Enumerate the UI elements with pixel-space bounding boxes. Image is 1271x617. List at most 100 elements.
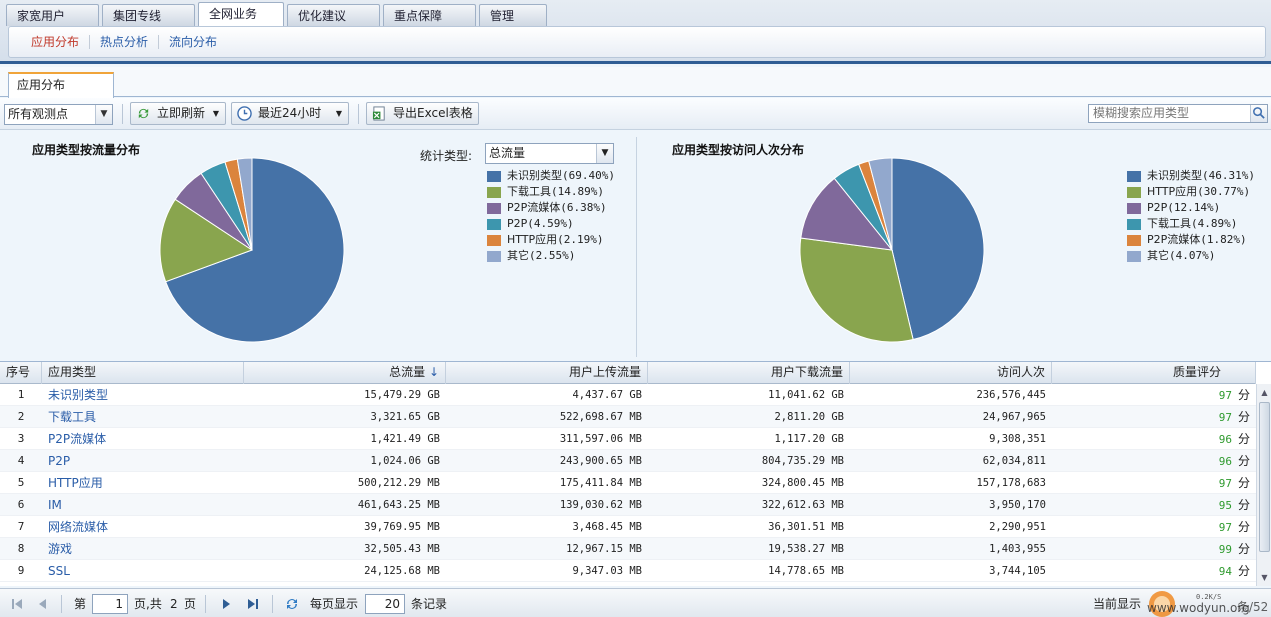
first-page-icon[interactable]	[9, 596, 25, 612]
legend-item[interactable]: 其它(4.07%)	[1127, 248, 1255, 264]
column-header-3[interactable]: 用户上传流量	[446, 362, 648, 384]
column-header-4[interactable]: 用户下载流量	[648, 362, 850, 384]
table-row[interactable]: 7 网络流媒体 39,769.95 MB 3,468.45 MB 36,301.51 M…	[0, 516, 1256, 538]
legend-percent: 30.77%	[1203, 185, 1244, 198]
visit-count: 62,034,811	[982, 455, 1046, 467]
scroll-down-icon[interactable]: ▼	[1257, 571, 1271, 585]
legend-percent: 1.82%	[1206, 233, 1241, 246]
legend-item[interactable]: HTTP应用(2.19%)	[487, 232, 615, 248]
legend-item[interactable]: 未识别类型(69.40%)	[487, 168, 615, 184]
legend-paren: )	[1248, 169, 1255, 182]
table-row[interactable]: 9 SSL 24,125.68 MB 9,347.03 MB 14,778.65 MB 3…	[0, 560, 1256, 582]
main-tab-5[interactable]: 管理	[479, 4, 547, 26]
legend-swatch	[1127, 186, 1141, 198]
total-traffic: 1,024.06 GB	[370, 455, 440, 467]
app-type-link[interactable]: P2P	[42, 450, 244, 472]
main-tab-2[interactable]: 全网业务	[198, 2, 284, 26]
total-traffic: 500,212.29 MB	[357, 477, 440, 489]
app-type-link[interactable]: HTTP应用	[42, 472, 244, 494]
next-page-icon[interactable]	[218, 596, 234, 612]
legend-item[interactable]: 下载工具(4.89%)	[1127, 216, 1255, 232]
sub-tab-2[interactable]: 流向分布	[159, 35, 227, 49]
legend-paren: (	[560, 201, 567, 214]
chart-title-traffic: 应用类型按流量分布	[32, 143, 141, 157]
tab-app-distribution[interactable]: 应用分布	[8, 72, 114, 98]
legend-label: HTTP应用	[507, 233, 558, 246]
refresh-icon[interactable]	[284, 596, 300, 612]
search-icon[interactable]	[1250, 105, 1267, 122]
pager-divider	[205, 595, 206, 613]
legend-item[interactable]: 下载工具(14.89%)	[487, 184, 615, 200]
main-tab-4[interactable]: 重点保障	[383, 4, 476, 26]
app-type-link[interactable]: IM	[42, 494, 244, 516]
legend-item[interactable]: 未识别类型(46.31%)	[1127, 168, 1255, 184]
legend-paren: (	[527, 217, 534, 230]
scroll-up-icon[interactable]: ▲	[1257, 386, 1271, 400]
total-traffic: 24,125.68 MB	[364, 565, 440, 577]
legend-paren: )	[597, 185, 604, 198]
column-header-6[interactable]: 质量评分	[1052, 362, 1256, 384]
legend-item[interactable]: 其它(2.55%)	[487, 248, 615, 264]
table-row[interactable]: 2 下载工具 3,321.65 GB 522,698.67 MB 2,811.20 GB…	[0, 406, 1256, 428]
legend-paren: (	[1197, 185, 1204, 198]
upload-traffic: 139,030.62 MB	[559, 499, 642, 511]
toolbar: 所有观测点 ▼ 立即刷新 ▼ 最近24小时 ▼ 导出Excel表格 模糊搜索应用…	[0, 98, 1271, 130]
vertical-scrollbar[interactable]: ▲ ▼	[1256, 384, 1271, 586]
page-number-input[interactable]: 1	[92, 594, 128, 614]
app-type-link[interactable]: P2P流媒体	[42, 428, 244, 450]
legend-label: P2P流媒体	[507, 201, 561, 214]
total-traffic: 1,421.49 GB	[370, 433, 440, 445]
download-traffic: 14,778.65 MB	[768, 565, 844, 577]
main-tab-1[interactable]: 集团专线	[102, 4, 195, 26]
app-type-link[interactable]: 网络流媒体	[42, 516, 244, 538]
stat-type-select[interactable]: 总流量 ▼	[485, 143, 614, 164]
legend-item[interactable]: HTTP应用(30.77%)	[1127, 184, 1255, 200]
caret-down-icon: ▼	[335, 109, 342, 118]
column-header-5[interactable]: 访问人次	[850, 362, 1052, 384]
sub-tab-0[interactable]: 应用分布	[21, 35, 91, 49]
prev-page-icon[interactable]	[35, 596, 51, 612]
per-page-input[interactable]: 20	[365, 594, 405, 614]
score-value: 96	[1218, 455, 1232, 468]
table-row[interactable]: 3 P2P流媒体 1,421.49 GB 311,597.06 MB 1,117.20 …	[0, 428, 1256, 450]
app-type-link[interactable]: 游戏	[42, 538, 244, 560]
app-type-link[interactable]: 未识别类型	[42, 384, 244, 406]
legend-item[interactable]: P2P流媒体(1.82%)	[1127, 232, 1255, 248]
legend-percent: 46.31%	[1208, 169, 1249, 182]
scroll-thumb[interactable]	[1259, 402, 1270, 552]
legend-item[interactable]: P2P(12.14%)	[1127, 200, 1255, 216]
visit-count: 9,308,351	[989, 433, 1046, 445]
download-traffic: 324,800.45 MB	[761, 477, 844, 489]
main-tab-0[interactable]: 家宽用户	[6, 4, 99, 26]
table-row[interactable]: 4 P2P 1,024.06 GB 243,900.65 MB 804,735.29 M…	[0, 450, 1256, 472]
table-row[interactable]: 6 IM 461,643.25 MB 139,030.62 MB 322,612.63 …	[0, 494, 1256, 516]
time-range-select[interactable]: 最近24小时 ▼	[231, 102, 349, 125]
search-input[interactable]: 模糊搜索应用类型	[1088, 104, 1268, 123]
last-page-icon[interactable]	[245, 596, 261, 612]
app-type-link[interactable]: SSL	[42, 560, 244, 582]
export-excel-button[interactable]: 导出Excel表格	[366, 102, 479, 125]
upload-traffic: 4,437.67 GB	[572, 389, 642, 401]
sub-tab-1[interactable]: 热点分析	[90, 35, 160, 49]
page-mid: 页,共	[134, 597, 162, 611]
table-row[interactable]: 5 HTTP应用 500,212.29 MB 175,411.84 MB 324,800…	[0, 472, 1256, 494]
refresh-button[interactable]: 立即刷新 ▼	[130, 102, 226, 125]
pager: 第 1 页,共 2 页 每页显示 20 条记录 当前显示 www.wodyun.…	[0, 588, 1271, 617]
table-row[interactable]: 1 未识别类型 15,479.29 GB 4,437.67 GB 11,041.62 G…	[0, 384, 1256, 406]
score-value: 96	[1218, 433, 1232, 446]
legend-percent: 12.14%	[1173, 201, 1214, 214]
legend-item[interactable]: P2P流媒体(6.38%)	[487, 200, 615, 216]
row-index: 9	[17, 564, 25, 577]
toolbar-divider	[122, 104, 123, 124]
legend-paren: )	[567, 217, 574, 230]
column-header-0[interactable]: 序号	[0, 362, 42, 384]
legend-label: P2P	[507, 217, 528, 230]
probe-select[interactable]: 所有观测点 ▼	[4, 104, 113, 125]
column-header-1[interactable]: 应用类型	[42, 362, 244, 384]
app-type-link[interactable]: 下载工具	[42, 406, 244, 428]
table-body: 1 未识别类型 15,479.29 GB 4,437.67 GB 11,041.62 G…	[0, 384, 1256, 582]
legend-item[interactable]: P2P(4.59%)	[487, 216, 615, 232]
table-row[interactable]: 8 游戏 32,505.43 MB 12,967.15 MB 19,538.27 MB 1…	[0, 538, 1256, 560]
main-tab-3[interactable]: 优化建议	[287, 4, 380, 26]
column-header-2[interactable]: 总流量 ↓	[244, 362, 446, 384]
